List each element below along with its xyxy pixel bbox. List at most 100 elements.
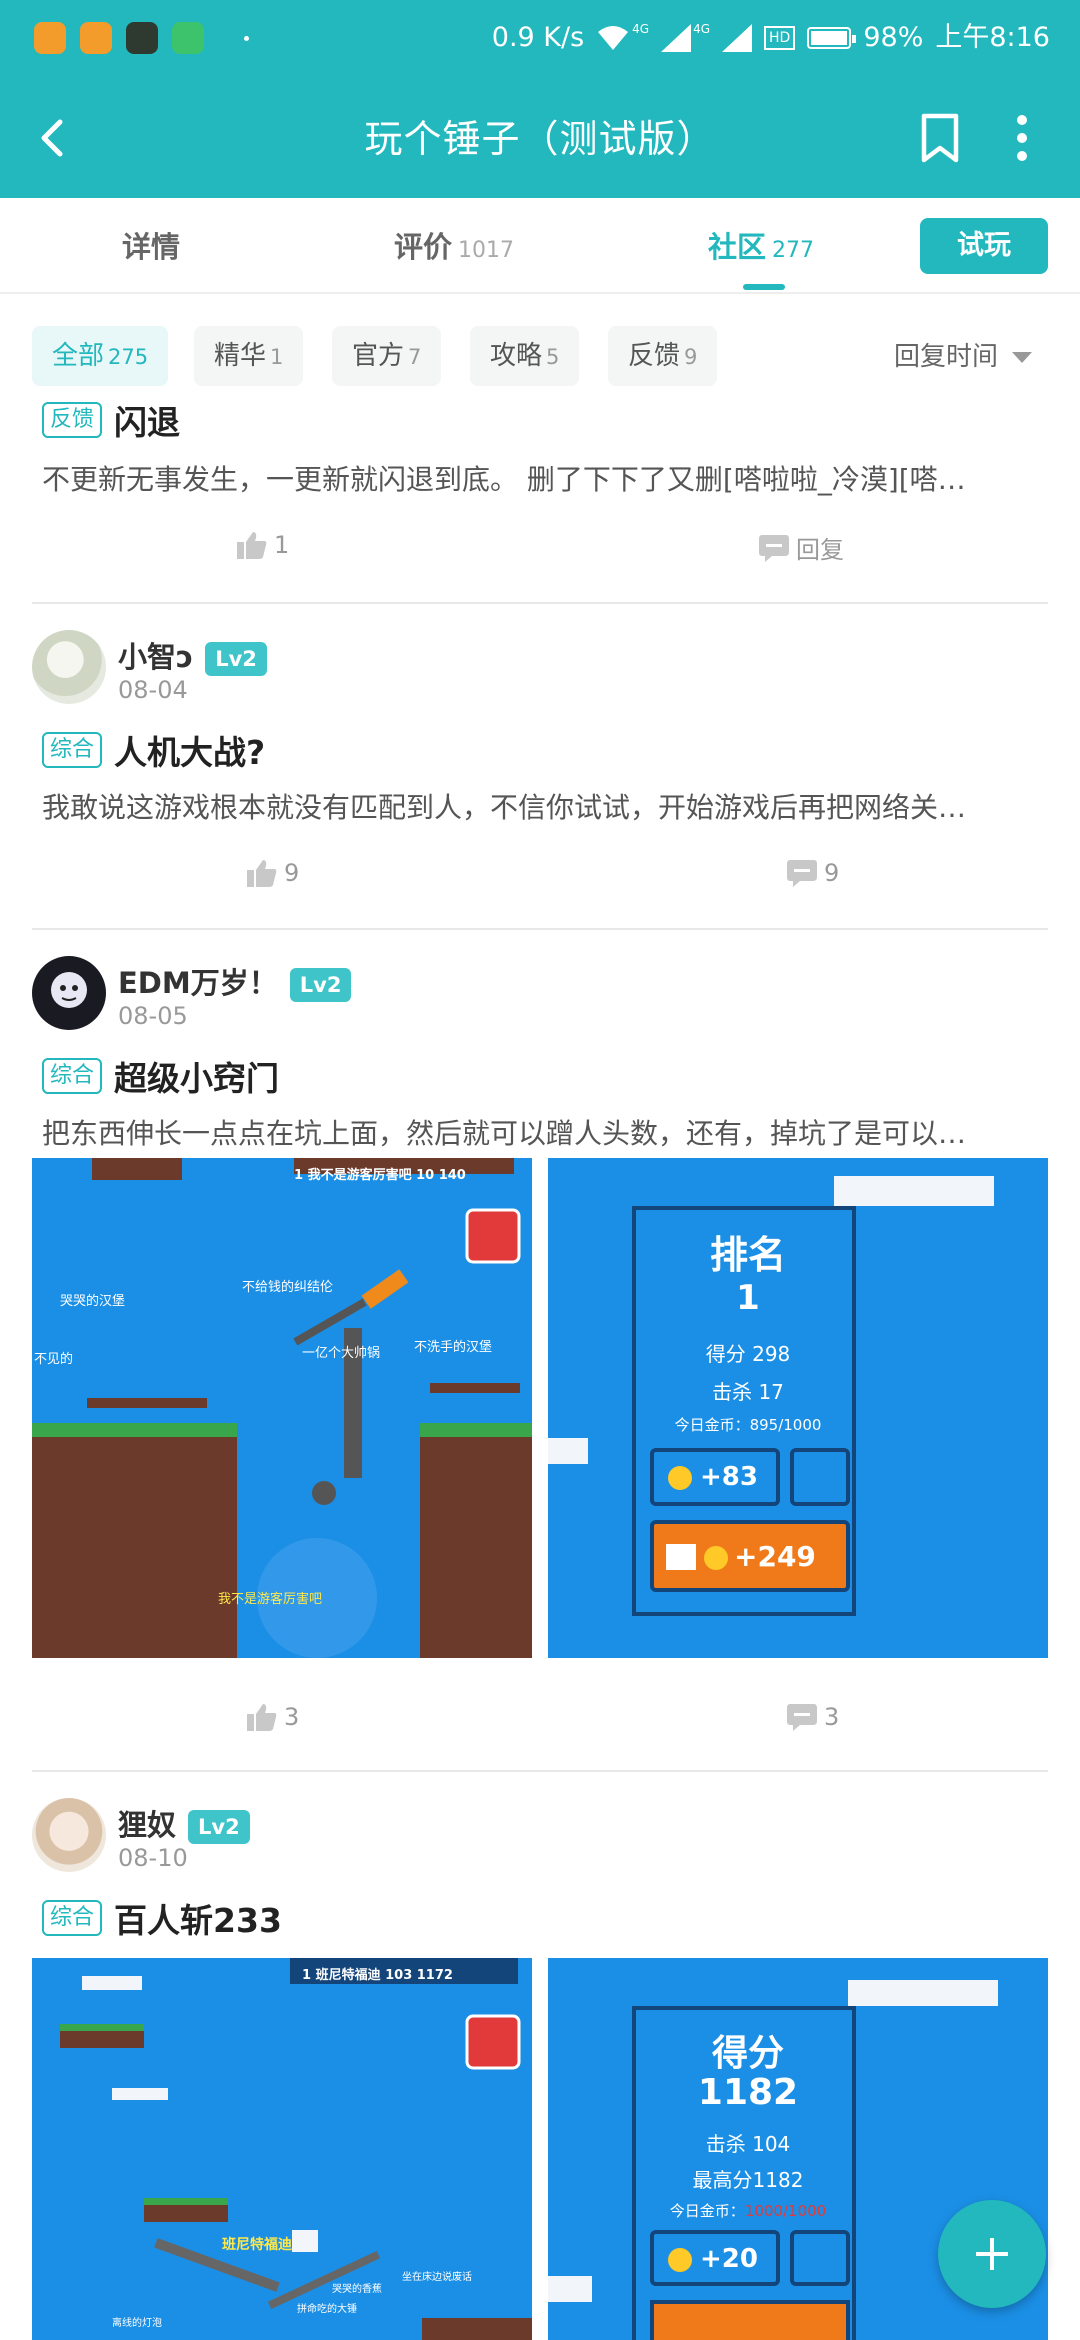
chip-label: 精华	[214, 341, 267, 371]
reward-button: +83	[650, 1448, 780, 1506]
post-card[interactable]: 小智ↄ Lv2 08-04 综合 人机大战? 我敢说这游戏根本就没有匹配到人，不信…	[32, 630, 1048, 890]
like-count: 1	[274, 531, 290, 559]
hd-icon: HD	[764, 26, 796, 50]
username[interactable]: 小智ↄ	[118, 640, 193, 674]
tab-community[interactable]: 社区 277	[708, 224, 814, 266]
tab-bar: 详情 评价 1017 社区 277 试玩	[0, 198, 1080, 294]
post-title-row: 综合 超级小窍门	[42, 1052, 279, 1100]
chip-count: 5	[546, 345, 560, 369]
post-date: 08-05	[118, 1002, 188, 1030]
try-play-button[interactable]: 试玩	[920, 218, 1048, 274]
tab-details[interactable]: 详情	[122, 224, 180, 266]
filter-chip-guides[interactable]: 攻略 5	[470, 326, 580, 386]
like-button[interactable]: 9	[246, 858, 299, 888]
post-date: 08-04	[118, 676, 188, 704]
sort-dropdown[interactable]: 回复时间	[894, 336, 1032, 373]
filter-chip-feedback[interactable]: 反馈 9	[608, 326, 718, 386]
tab-count: 1017	[458, 238, 515, 263]
reply-count: 3	[824, 1703, 840, 1731]
player-name: 坐在床边说废话	[402, 2272, 472, 2283]
reply-button[interactable]: 回复	[758, 530, 844, 565]
player-name: 不给钱的纠结伦	[242, 1280, 334, 1295]
filter-chip-all[interactable]: 全部 275	[32, 326, 169, 386]
avatar[interactable]	[32, 1798, 106, 1872]
sort-label: 回复时间	[893, 342, 998, 372]
signal-icon	[722, 24, 753, 52]
chip-count: 9	[684, 345, 698, 369]
result-heading: 得分	[711, 2033, 784, 2074]
post-image-gameplay[interactable]: 1 我不是游客厉害吧 10 140 哭哭的汉堡 不给钱的纠结伦 一亿个大帅锅 不…	[32, 1158, 532, 1658]
active-tab-indicator	[743, 284, 785, 290]
best-score-text: 最高分1182	[692, 2168, 804, 2192]
player-name: 离线的灯泡	[112, 2318, 162, 2329]
wechat-icon	[172, 22, 204, 54]
filter-chip-official[interactable]: 官方 7	[332, 326, 442, 386]
cloud-decoration	[548, 1438, 588, 1464]
post-date: 08-10	[118, 1844, 188, 1872]
chip-count: 7	[408, 345, 422, 369]
post-card[interactable]: 狸奴 Lv2 08-10 综合 百人斩233 1 班尼特福迪 103 1172 班…	[32, 1798, 1048, 2340]
like-button[interactable]: 1	[236, 530, 289, 560]
post-image-result[interactable]: 排名 1 得分 298 击杀 17 今日金币：895/1000 +83 +249	[548, 1158, 1048, 1658]
like-button[interactable]: 3	[246, 1702, 299, 1732]
post-title-row: 综合 百人斩233	[42, 1894, 282, 1942]
video-icon	[666, 1544, 696, 1570]
clock: 上午8:16	[935, 22, 1050, 53]
level-badge: Lv2	[289, 968, 352, 1002]
reward-button: +20	[650, 2230, 780, 2286]
comment-icon	[759, 534, 789, 562]
cloud-decoration	[548, 2276, 592, 2302]
result-heading: 排名	[709, 1233, 786, 1277]
app-notification-icon	[34, 22, 66, 54]
post-title: 百人斩233	[114, 1901, 282, 1940]
reply-count: 9	[824, 859, 840, 887]
chip-label: 官方	[352, 341, 405, 371]
filter-chip-featured[interactable]: 精华 1	[194, 326, 304, 386]
share-icon	[790, 1448, 850, 1506]
new-post-button[interactable]	[938, 2200, 1046, 2308]
share-icon	[790, 2230, 850, 2286]
app-notification-icon	[126, 22, 158, 54]
app-bar: 玩个锤子（测试版）	[0, 78, 1080, 198]
reward-amount: +83	[700, 1462, 758, 1492]
divider	[32, 928, 1048, 930]
tab-label: 社区	[708, 230, 767, 264]
player-name: 一亿个大帅锅	[302, 1346, 381, 1361]
kills-text: 击杀 104	[705, 2132, 791, 2156]
status-bar: 0.9 K/s 4G 4G HD 98% 上午8:16	[0, 0, 1080, 78]
post-image-gameplay[interactable]: 1 班尼特福迪 103 1172 班尼特福迪 哭哭的香蕉 坐在床边说废话 拼命吃…	[32, 1958, 532, 2340]
post-tag: 综合	[42, 1900, 103, 1936]
coin-icon	[704, 1546, 728, 1570]
video-reward-button: +249	[650, 1520, 850, 1592]
caret-down-icon	[1012, 352, 1032, 363]
avatar[interactable]	[32, 630, 106, 704]
post-tag: 综合	[42, 1058, 103, 1094]
like-count: 3	[284, 1703, 300, 1731]
username[interactable]: 狸奴	[118, 1808, 176, 1842]
username[interactable]: EDM万岁！	[118, 966, 278, 1000]
player-name: 拼命吃的大锤	[297, 2304, 357, 2315]
coin-icon	[668, 1466, 692, 1490]
coins-label: 今日金币：	[669, 2202, 745, 2220]
avatar[interactable]	[32, 956, 106, 1030]
post-title-row: 反馈 闪退	[42, 396, 180, 444]
reply-button[interactable]: 3	[786, 1702, 839, 1732]
username-row: EDM万岁！ Lv2	[118, 960, 352, 1002]
username-row: 小智ↄ Lv2	[118, 634, 267, 676]
post-title-row: 综合 人机大战?	[42, 726, 265, 774]
bookmark-icon[interactable]	[918, 112, 962, 164]
chip-label: 攻略	[490, 341, 543, 371]
cloud-decoration	[834, 1176, 994, 1206]
chip-count: 1	[270, 345, 284, 369]
reply-count: 回复	[796, 536, 844, 564]
reply-button[interactable]: 9	[786, 858, 839, 888]
post-card[interactable]: EDM万岁！ Lv2 08-05 综合 超级小窍门 把东西伸长一点点在坑上面，然后…	[32, 956, 1048, 1736]
post-excerpt: 不更新无事发生，一更新就闪退到底。 删了下下了又删[嗒啦啦_冷漠][嗒…	[42, 463, 966, 496]
tab-reviews[interactable]: 评价 1017	[394, 224, 514, 266]
player-name: 不见的	[34, 1352, 74, 1367]
avatar-image	[51, 972, 87, 1008]
post-card[interactable]: 反馈 闪退 不更新无事发生，一更新就闪退到底。 删了下下了又删[嗒啦啦_冷漠][…	[32, 396, 1048, 596]
tab-label: 评价	[394, 230, 453, 264]
more-vert-icon[interactable]	[1002, 108, 1042, 168]
level-badge: Lv2	[188, 1810, 250, 1844]
